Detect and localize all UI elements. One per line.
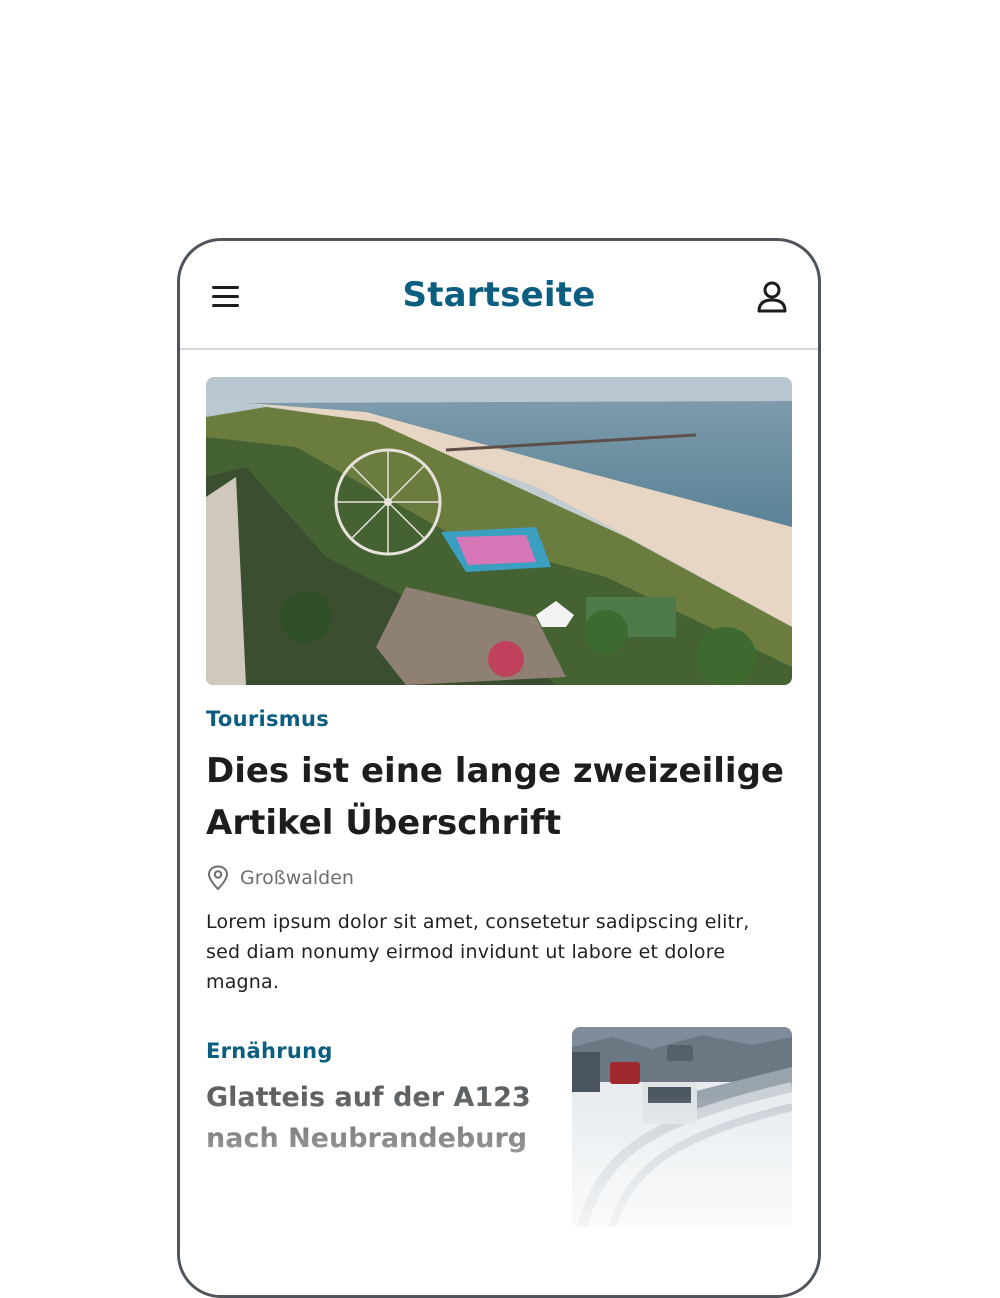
article-category[interactable]: Tourismus: [206, 707, 792, 731]
article-card-text: Ernährung Glatteis auf der A123 nach Neu…: [206, 1039, 556, 1159]
article-headline[interactable]: Dies ist eine lange zweizeilige Artikel …: [206, 745, 792, 849]
article-category[interactable]: Ernährung: [206, 1039, 556, 1063]
location-label: Großwalden: [240, 867, 354, 889]
article-headline[interactable]: Glatteis auf der A123 nach Neubrandeburg: [206, 1077, 556, 1159]
headline-line-1: Glatteis auf der A123: [206, 1082, 531, 1113]
article-location: Großwalden: [206, 863, 792, 893]
article-feed: Tourismus Dies ist eine lange zweizeilig…: [206, 377, 792, 1239]
featured-article-image[interactable]: [206, 377, 792, 685]
article-thumbnail[interactable]: [572, 1027, 792, 1227]
article-teaser: Lorem ipsum dolor sit amet, consetetur s…: [206, 911, 750, 993]
headline-line-2: nach Neubrandeburg: [206, 1123, 528, 1154]
phone-frame: Startseite Tourismus Dies ist eine lange…: [177, 238, 821, 1298]
top-app-bar: Startseite: [180, 241, 818, 350]
article-card[interactable]: Ernährung Glatteis auf der A123 nach Neu…: [206, 1027, 792, 1239]
map-pin-icon: [207, 865, 229, 891]
user-icon[interactable]: [754, 279, 790, 315]
page-title: Startseite: [402, 275, 596, 315]
